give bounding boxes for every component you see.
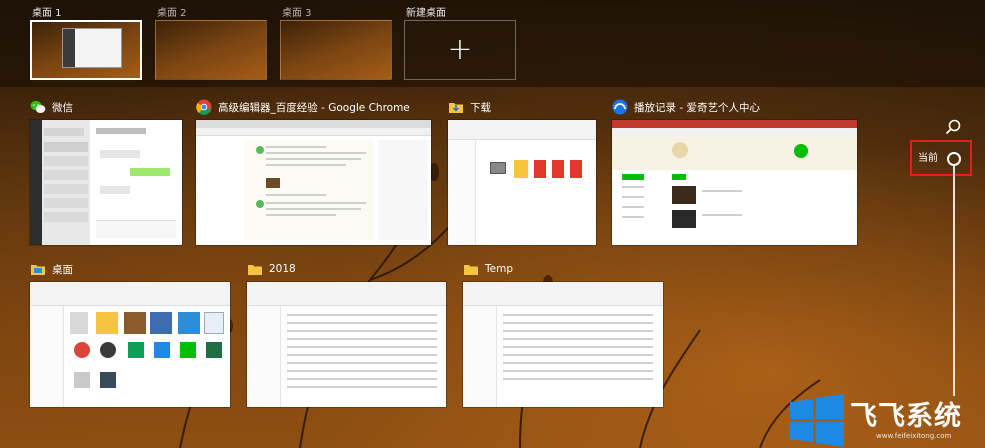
window-title-bar: 高级编辑器_百度经验 - Google Chrome [196,98,410,116]
desktops-bar: 桌面 1 桌面 2 桌面 3 新建桌面 + [0,0,985,87]
desktop-2-thumbnail[interactable] [155,20,267,80]
iqiyi-thumbnail[interactable] [612,120,857,245]
desktop-2-label: 桌面 2 [157,8,187,19]
desktop-folder-thumbnail[interactable] [30,282,230,407]
search-icon[interactable] [944,118,962,136]
timeline-scrollbar[interactable] [953,166,955,396]
folder-temp-thumbnail[interactable] [463,282,663,407]
timeline-current-label: 当前 [918,153,938,164]
window-title: 播放记录 - 爱奇艺个人中心 [634,101,760,114]
folder-desktop-icon [31,265,45,275]
iqiyi-icon [612,99,628,115]
downloads-thumbnail[interactable] [448,120,596,245]
new-desktop-label: 新建桌面 [406,8,446,19]
new-desktop-button[interactable]: + [404,20,516,80]
window-title-bar: 播放记录 - 爱奇艺个人中心 [612,98,760,116]
folder-icon [248,265,262,275]
folder-download-icon [449,103,463,113]
window-title-bar: 下载 [448,98,491,116]
plus-icon: + [447,32,473,67]
desktop-3-thumbnail[interactable] [280,20,392,80]
window-title-bar: 桌面 [30,260,73,278]
desktop-1-label: 桌面 1 [32,8,62,19]
window-title: 2018 [269,263,296,275]
chrome-icon [196,99,212,115]
window-title-bar: 微信 [30,98,73,116]
wechat-thumbnail[interactable] [30,120,182,245]
window-title-bar: 2018 [247,260,296,278]
desktop-1-mini-window [62,28,122,68]
window-title-bar: Temp [463,260,513,278]
window-title: 微信 [52,101,73,114]
window-title: 高级编辑器_百度经验 - Google Chrome [218,101,410,114]
window-title: 下载 [470,101,491,114]
desktop-1-thumbnail[interactable] [30,20,142,80]
timeline-slider-handle[interactable] [947,152,961,166]
watermark-text: 飞飞系统 [850,401,962,432]
wechat-icon [30,100,46,113]
folder-2018-thumbnail[interactable] [247,282,446,407]
window-title: Temp [485,263,513,275]
watermark-url: www.feifeixitong.com [876,432,952,440]
desktop-3-label: 桌面 3 [282,8,312,19]
chrome-thumbnail[interactable] [196,120,431,245]
window-title: 桌面 [52,263,73,276]
folder-icon [464,265,478,275]
